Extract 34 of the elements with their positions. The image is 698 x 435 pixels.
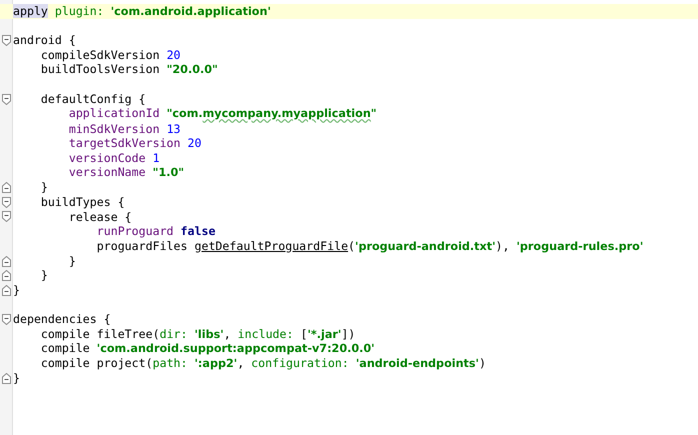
code-line: } [13, 283, 20, 298]
code-line: targetSdkVersion 20 [68, 136, 202, 151]
fold-icon[interactable] [2, 211, 11, 222]
code-line: minSdkVersion 13 [68, 122, 181, 136]
code-line: compile project(path: ':app2', configuration: 'android-endpoints') [40, 356, 486, 372]
code-line: runProguard false [96, 224, 216, 240]
fold-icon[interactable] [2, 196, 11, 208]
code-line: } [40, 268, 48, 284]
code-line: proguardFiles getDefaultProguardFile('proguard-android.txt'), 'proguard-rules.pro' [96, 238, 644, 254]
unfold-end-icon[interactable] [2, 256, 11, 267]
code-line: buildToolsVersion "20.0.0" [40, 62, 218, 78]
code-line: release { [68, 210, 132, 224]
code-line: } [40, 180, 48, 195]
code-line: } [68, 254, 76, 268]
code-line: versionCode 1 [68, 150, 160, 166]
unfold-end-icon[interactable] [2, 182, 11, 194]
code-line: android { [13, 33, 76, 48]
code-line: applicationId "com.mycompany.myapplication" [68, 106, 377, 122]
code-line: compile 'com.android.support:appcompat-v7:20.0.0' [40, 341, 375, 358]
unfold-end-icon[interactable] [2, 270, 11, 282]
code-line: compileSdkVersion 20 [40, 48, 181, 63]
code-line: compile fileTree(dir: 'libs', include: ['*.jar']) [40, 326, 356, 342]
unfold-end-icon[interactable] [2, 373, 11, 384]
code-line: apply plugin: 'com.android.application' [13, 4, 271, 20]
code-line: buildTypes { [40, 194, 125, 210]
code-line: defaultConfig { [40, 92, 146, 107]
unfold-end-icon[interactable] [2, 284, 11, 296]
code-line: dependencies { [13, 312, 111, 328]
code-line: } [13, 371, 20, 386]
fold-icon[interactable] [2, 314, 11, 326]
fold-icon[interactable] [2, 94, 11, 105]
code-line: versionName "1.0" [68, 165, 184, 181]
fold-icon[interactable] [2, 35, 11, 46]
code-editor[interactable] [0, 0, 698, 435]
